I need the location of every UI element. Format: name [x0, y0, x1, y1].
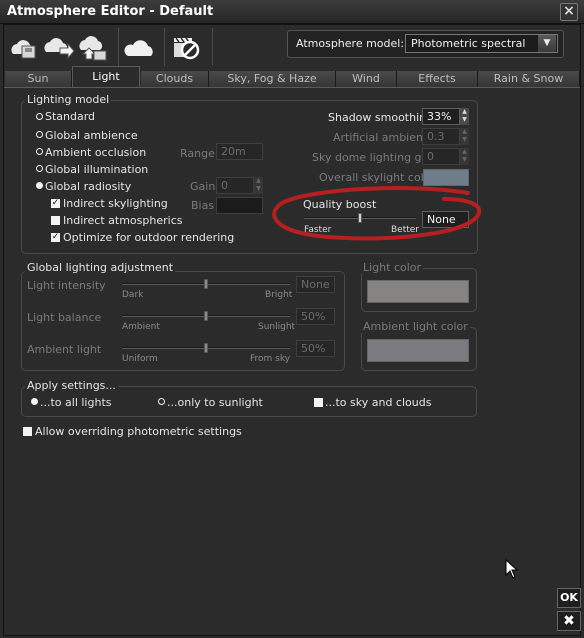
cloud-icon[interactable]: [124, 32, 158, 62]
ambient-occlusion-label: Ambient occlusion: [45, 146, 147, 159]
tab-light[interactable]: Light: [72, 66, 140, 88]
standard-radio[interactable]: [36, 113, 43, 120]
global-illumination-radio[interactable]: [36, 165, 43, 172]
ambient-light-label: Ambient light: [27, 343, 102, 356]
toolbar-separator: [164, 28, 165, 66]
bias-field[interactable]: [216, 197, 263, 214]
ok-button[interactable]: OK: [557, 588, 581, 608]
light-balance-min: Ambient: [122, 322, 160, 332]
optimize-outdoor-checkbox[interactable]: ✓: [51, 233, 60, 242]
ambient-light-max: From sky: [250, 354, 291, 364]
indirect-atmospherics-checkbox[interactable]: [51, 216, 60, 225]
atmosphere-library-icon[interactable]: [77, 32, 111, 62]
apply-sky-clouds-label: ...to sky and clouds: [325, 396, 432, 409]
tab-divider: [4, 87, 580, 88]
global-ambience-radio[interactable]: [36, 131, 43, 138]
tab-sky-fog-haze[interactable]: Sky, Fog & Haze: [209, 71, 336, 87]
sky-dome-gain-field[interactable]: 0: [422, 148, 460, 165]
gain-stepper[interactable]: ▲ ▼: [254, 177, 263, 194]
lighting-model-title: Lighting model: [25, 93, 112, 106]
apply-settings-title: Apply settings...: [25, 379, 118, 392]
global-radiosity-label: Global radiosity: [45, 180, 132, 193]
light-color-label: Light color: [361, 261, 424, 274]
indirect-skylighting-checkbox[interactable]: ✓: [51, 199, 60, 208]
global-ambience-label: Global ambience: [45, 129, 138, 142]
gain-field[interactable]: 0: [216, 177, 254, 194]
apply-only-sunlight-radio[interactable]: [158, 398, 165, 405]
shadow-smoothing-stepper[interactable]: ▲ ▼: [460, 108, 469, 125]
global-illumination-label: Global illumination: [45, 163, 149, 176]
atmosphere-model-select[interactable]: Photometric spectral: [405, 34, 558, 53]
light-intensity-slider-handle[interactable]: [204, 279, 208, 289]
overall-skylight-color-swatch[interactable]: [423, 169, 469, 186]
standard-label: Standard: [45, 110, 96, 123]
indirect-atmospherics-label: Indirect atmospherics: [63, 214, 183, 227]
allow-override-label: Allow overriding photometric settings: [35, 425, 242, 438]
light-intensity-label: Light intensity: [27, 279, 106, 292]
artificial-ambience-field[interactable]: 0.3: [422, 128, 460, 145]
cancel-icon[interactable]: ✖: [557, 611, 581, 631]
range-label: Range: [180, 147, 215, 160]
tab-sun[interactable]: Sun: [5, 71, 72, 87]
annotation-circle: [272, 186, 482, 241]
tab-clouds[interactable]: Clouds: [141, 71, 209, 87]
apply-all-lights-label: ...to all lights: [40, 396, 112, 409]
ambient-light-field[interactable]: 50%: [296, 340, 335, 357]
save-atmosphere-icon[interactable]: [42, 32, 76, 62]
gain-label: Gain: [190, 180, 216, 193]
load-atmosphere-icon[interactable]: [8, 32, 42, 62]
shadow-smoothing-field[interactable]: 33%: [422, 108, 460, 125]
light-balance-slider-handle[interactable]: [204, 311, 208, 321]
no-animation-icon[interactable]: [170, 32, 204, 62]
ambient-occlusion-radio[interactable]: [36, 148, 43, 155]
light-intensity-max: Bright: [265, 290, 293, 300]
sky-dome-gain-label: Sky dome lighting gain: [312, 151, 439, 164]
tab-effects[interactable]: Effects: [397, 71, 478, 87]
chevron-down-icon[interactable]: ▼: [538, 35, 556, 52]
ambient-light-color-label: Ambient light color: [361, 320, 470, 333]
apply-only-sunlight-label: ...only to sunlight: [167, 396, 263, 409]
light-balance-max: Sunlight: [258, 322, 296, 332]
range-field[interactable]: 20m: [216, 143, 263, 160]
mouse-cursor-icon: [505, 559, 519, 579]
window-title: Atmosphere Editor - Default: [7, 4, 214, 19]
optimize-outdoor-label: Optimize for outdoor rendering: [63, 231, 235, 244]
indirect-skylighting-label: Indirect skylighting: [63, 197, 168, 210]
tab-wind[interactable]: Wind: [336, 71, 397, 87]
ambient-light-color-swatch[interactable]: [367, 339, 469, 362]
artificial-ambience-stepper[interactable]: ▲ ▼: [460, 128, 469, 145]
global-adjustment-title: Global lighting adjustment: [25, 261, 176, 274]
tab-rain-snow[interactable]: Rain & Snow: [478, 71, 580, 87]
bias-label: Bias: [191, 199, 215, 212]
allow-override-checkbox[interactable]: [23, 427, 32, 436]
apply-all-lights-radio[interactable]: [31, 398, 38, 405]
light-balance-field[interactable]: 50%: [296, 308, 335, 325]
overall-skylight-label: Overall skylight color: [319, 171, 435, 184]
atmosphere-model-label: Atmosphere model:: [296, 37, 405, 50]
ambient-light-min: Uniform: [122, 354, 158, 364]
light-color-swatch[interactable]: [367, 280, 469, 303]
toolbar-separator: [118, 28, 119, 66]
global-radiosity-radio[interactable]: [36, 182, 43, 189]
light-intensity-min: Dark: [122, 290, 144, 300]
close-icon[interactable]: ×: [560, 3, 578, 21]
light-intensity-field[interactable]: None: [296, 276, 335, 293]
sky-dome-gain-stepper[interactable]: ▲ ▼: [460, 148, 469, 165]
artificial-ambience-label: Artificial ambience: [333, 131, 436, 144]
ambient-light-slider-handle[interactable]: [204, 343, 208, 353]
apply-sky-clouds-checkbox[interactable]: [314, 398, 323, 407]
light-balance-label: Light balance: [27, 311, 102, 324]
toolbar-separator: [212, 28, 213, 66]
shadow-smoothing-label: Shadow smoothing: [328, 111, 434, 124]
